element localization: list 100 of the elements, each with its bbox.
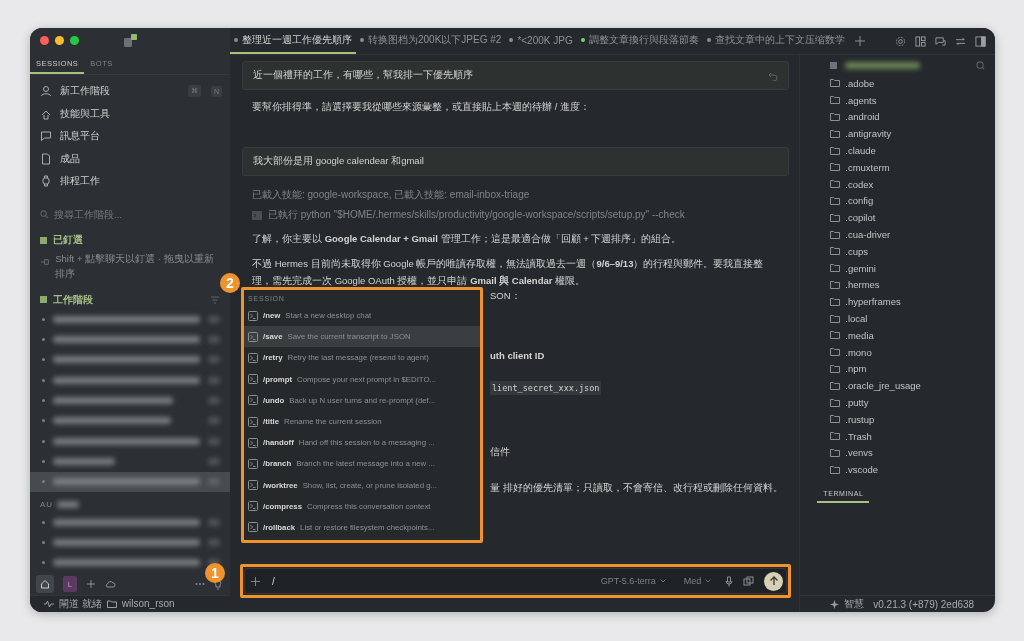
home-button[interactable] [36, 575, 54, 594]
caret-icon [659, 579, 666, 583]
folder-item[interactable]: .cmuxterm [800, 159, 995, 176]
folder-item[interactable]: .antigravity [800, 125, 995, 143]
folder-item[interactable]: .npm [800, 360, 995, 378]
folder-item[interactable]: .config [800, 192, 995, 210]
folder-item[interactable]: .hyperframes [800, 293, 995, 311]
folder-item[interactable]: .claude [800, 142, 995, 159]
app-icon[interactable] [123, 33, 137, 48]
tab[interactable]: *<200K JPG [505, 28, 577, 54]
folder-item[interactable]: .hermes [800, 276, 995, 294]
cloud-icon[interactable] [105, 579, 116, 590]
close-dot[interactable] [40, 36, 49, 46]
copy-icon[interactable] [743, 575, 755, 587]
blurred-text [208, 437, 220, 445]
microphone-icon[interactable] [725, 575, 734, 587]
caret-icon [705, 579, 712, 583]
search-field[interactable]: 搜尋工作階段... [30, 201, 230, 228]
terminal-icon [248, 331, 258, 342]
tab[interactable]: 查找文章中的上下文压缩数学 [702, 28, 849, 54]
terminal-icon [252, 210, 262, 220]
swap-icon[interactable] [955, 35, 966, 47]
undo-icon[interactable] [768, 70, 779, 81]
folder-item[interactable]: .mono [800, 343, 995, 361]
folder-item[interactable]: .media [800, 326, 995, 344]
blurred-text [208, 417, 220, 425]
folder-item[interactable]: .cua-driver [800, 226, 995, 243]
model-dropdown[interactable]: GPT-5.6-terra [596, 576, 670, 586]
chat-icon [40, 130, 52, 143]
folder-item[interactable]: .local [800, 310, 995, 327]
tab[interactable]: 转换图档为200K以下JPEG #2 [356, 28, 506, 54]
skill-note: 已載入技能: google-workspace, 已載入技能: email-inbox-triage [252, 188, 531, 202]
nav-item[interactable]: 排程工作 [30, 169, 230, 193]
section-title: 工作階段 [53, 292, 93, 307]
add-icon[interactable] [86, 579, 96, 590]
terminal-icon [248, 395, 258, 406]
folder-icon [830, 398, 841, 407]
tab[interactable]: 調整文章換行與段落節奏 [576, 28, 703, 54]
section-title: 已釘選 [53, 233, 83, 248]
mode-label[interactable]: 智慧 [844, 597, 865, 611]
blurred-text [208, 335, 220, 343]
more-icon[interactable] [195, 582, 205, 587]
send-button[interactable] [764, 571, 784, 591]
assistant-paragraph: 量 排好的優先清單；只讀取，不會寄信、改行程或刪除任何資料。 [490, 481, 783, 495]
folder-icon [830, 180, 841, 189]
layout-icon[interactable] [915, 35, 926, 47]
nav-item[interactable]: 成品 [30, 147, 230, 170]
home-icon [40, 579, 50, 590]
terminal-icon [248, 416, 258, 427]
folder-item[interactable]: .gemini [800, 259, 995, 277]
sidebar-icon[interactable] [975, 35, 986, 47]
folder-item[interactable]: .copilot [800, 209, 995, 227]
assistant-paragraph: 了解，你主要以 Google Calendar + Gmail 管理工作；這是最適合做「回顧 + 下週排序」的組合。 [252, 232, 683, 246]
folder-item[interactable]: .android [800, 108, 995, 126]
settings-icon[interactable] [895, 35, 906, 47]
add-icon[interactable] [251, 576, 260, 586]
folder-item[interactable]: .vscode [800, 461, 995, 479]
folder-icon [830, 196, 841, 205]
folder-icon [830, 96, 841, 105]
message-text: 近一個禮拜的工作，有哪些，幫我排一下優先順序 [253, 69, 473, 82]
message-text: 我大部份是用 google calendear 和gmail [253, 155, 424, 168]
version-label: v0.21.3 (+879) 2ed638 [873, 598, 975, 610]
folder-item[interactable]: .oracle_jre_usage [800, 377, 995, 395]
message-composer[interactable]: / GPT-5.6-terra Med [244, 568, 788, 594]
folder-item[interactable]: .venvs [800, 444, 995, 462]
tab[interactable]: 整理近一週工作優先順序 [230, 28, 356, 54]
folder-item[interactable]: .adobe [800, 75, 995, 92]
profile-avatar[interactable]: L [63, 576, 77, 593]
folder-item[interactable]: .cups [800, 242, 995, 260]
code-snippet: lient_secret_xxx.json [490, 381, 602, 395]
folder-icon [830, 129, 841, 138]
folder-item[interactable]: .putty [800, 394, 995, 411]
search-icon[interactable] [976, 60, 985, 70]
folder-item[interactable]: .agents [800, 91, 995, 109]
folder-item[interactable]: .codex [800, 175, 995, 193]
folder-icon [830, 415, 841, 424]
folder-icon [830, 146, 841, 155]
assistant-paragraph: 信件 [490, 445, 510, 459]
assistant-paragraph: SON： [490, 289, 521, 303]
folder-icon [830, 163, 841, 172]
blurred-text [208, 356, 220, 364]
nav-item[interactable]: 訊息平台 [30, 124, 230, 148]
chat-icon[interactable] [935, 35, 946, 47]
terminal-icon [248, 310, 258, 321]
person-icon [40, 85, 52, 98]
session-item[interactable] [30, 471, 230, 493]
folder-icon [830, 247, 841, 256]
document-icon [40, 152, 52, 165]
folder-item[interactable]: .rustup [800, 410, 995, 428]
zoom-dot[interactable] [70, 36, 79, 46]
minimize-dot[interactable] [55, 36, 64, 46]
effort-dropdown[interactable]: Med [679, 576, 716, 586]
nav-item[interactable]: 技能與工具 [30, 102, 230, 125]
folder-name[interactable]: wilson_rson [121, 598, 175, 610]
add-tab-icon[interactable] [854, 36, 865, 46]
arrow-up-icon [768, 576, 779, 586]
search-input[interactable]: 搜尋工作階段... [54, 208, 204, 220]
folder-item[interactable]: .Trash [800, 427, 995, 445]
folder-icon [830, 297, 841, 306]
folder-icon [830, 364, 841, 373]
